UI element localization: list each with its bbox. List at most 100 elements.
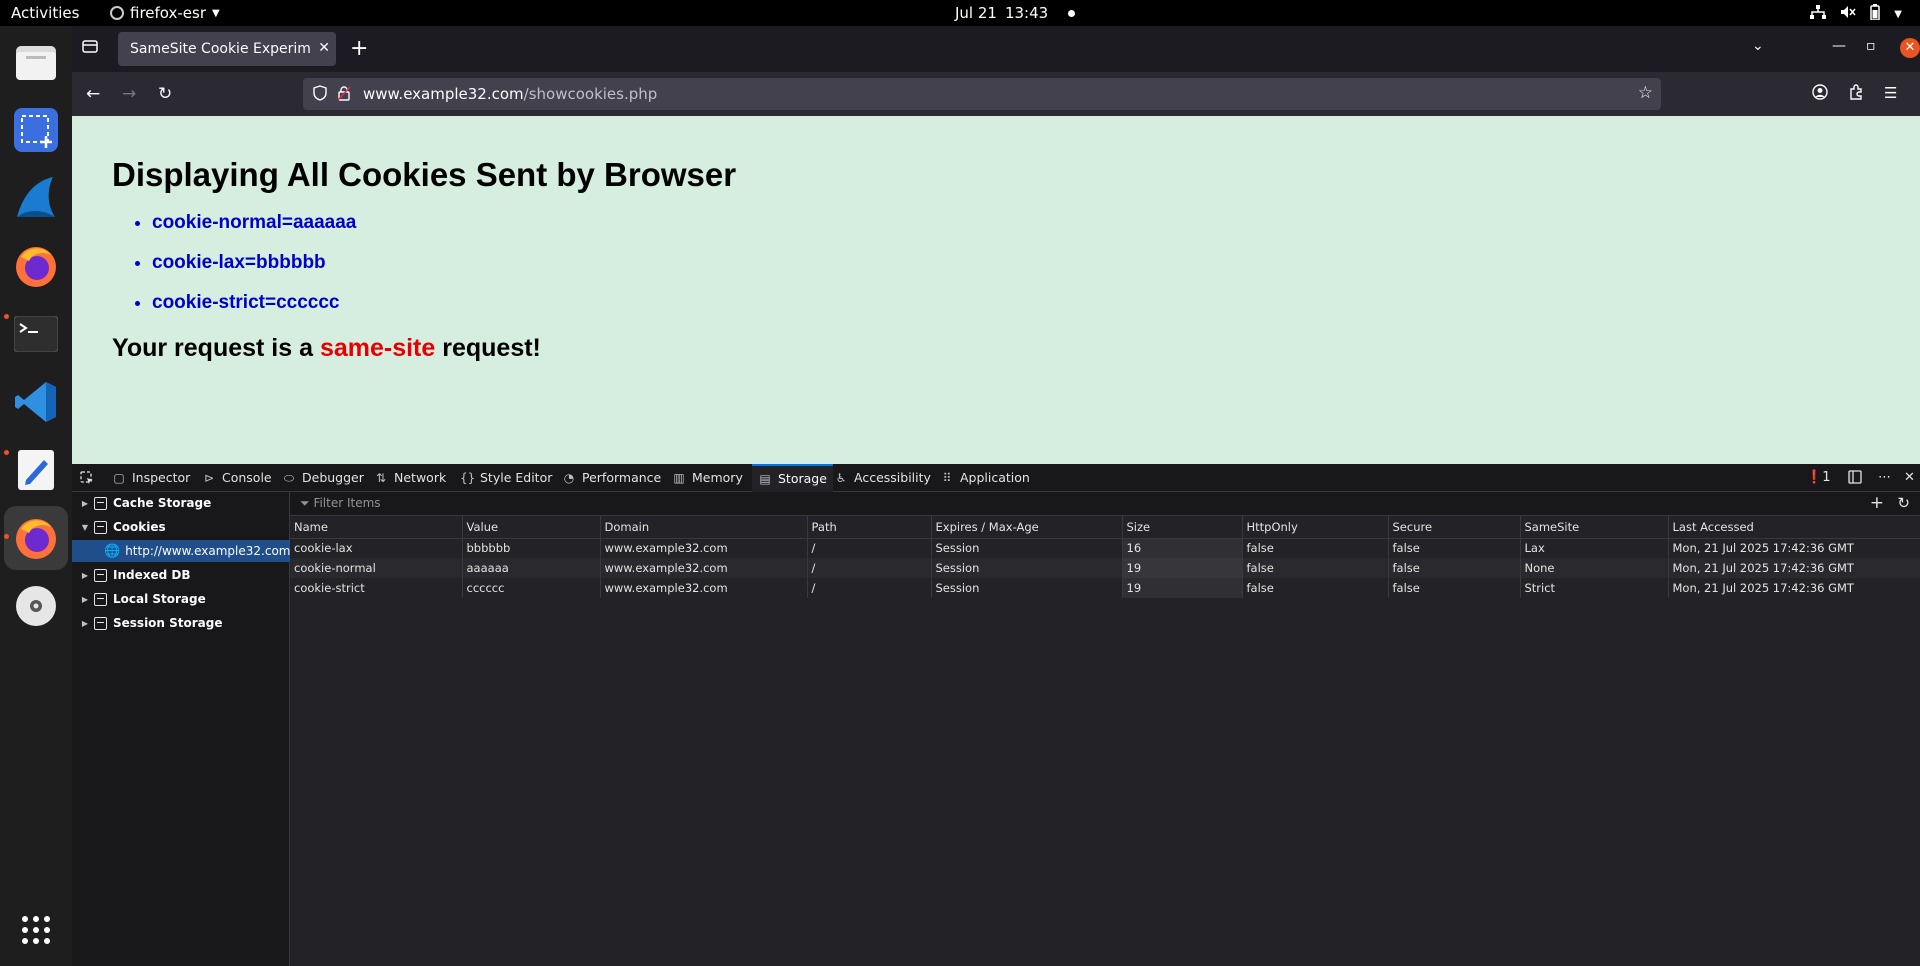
cell-name[interactable]: cookie-strict [290,578,463,598]
tree-cache-storage[interactable]: ▶ Cache Storage [72,492,290,514]
account-icon[interactable] [1812,84,1828,104]
tab-console[interactable]: ⊳ Console [202,464,272,492]
table-row[interactable]: cookie-lax bbbbbb www.example32.com / Se… [290,538,1920,558]
new-tab-button[interactable]: + [350,36,368,61]
tree-local-storage[interactable]: ▶ Local Storage [72,588,290,610]
cell-samesite[interactable]: None [1520,558,1669,578]
forward-button[interactable]: → [122,84,136,104]
cell-httponly[interactable]: false [1242,558,1389,578]
cell-httponly[interactable]: false [1242,538,1389,558]
cell-secure[interactable]: false [1388,538,1521,558]
filter-input[interactable]: ⏷ Filter Items [300,496,381,511]
cell-domain[interactable]: www.example32.com [600,538,808,558]
tree-cookies[interactable]: ▼ Cookies [72,516,290,538]
close-devtools-icon[interactable]: ✕ [1904,470,1915,485]
tab-accessibility[interactable]: ♿ Accessibility [834,464,931,492]
cell-samesite[interactable]: Strict [1520,578,1669,598]
cell-last-accessed[interactable]: Mon, 21 Jul 2025 17:42:36 GMT [1668,578,1920,598]
tab-storage[interactable]: ▤ Storage [752,464,833,492]
tab-inspector[interactable]: ▢ Inspector [112,464,190,492]
cell-httponly[interactable]: false [1242,578,1389,598]
dock-side-icon[interactable] [1848,470,1862,488]
text-editor-app[interactable] [12,446,60,494]
tab-debugger[interactable]: ⬭ Debugger [282,464,364,492]
column-header[interactable]: Expires / Max-Age [931,516,1123,539]
column-header[interactable]: Last Accessed [1668,516,1920,539]
extensions-icon[interactable] [1848,84,1864,104]
minimize-button[interactable]: — [1832,38,1846,54]
clock[interactable]: Jul 21 13:43 [955,4,1076,22]
url-text[interactable]: www.example32.com/showcookies.php [363,85,657,103]
cell-path[interactable]: / [807,558,932,578]
terminal-app[interactable] [12,310,60,358]
show-apps-button[interactable] [12,906,60,954]
tree-session-storage[interactable]: ▶ Session Storage [72,612,290,634]
firefox-app[interactable] [12,242,60,290]
files-app[interactable] [12,38,60,86]
wireshark-app[interactable] [12,174,60,222]
firefox-view-button[interactable] [82,38,104,60]
column-header[interactable]: Size [1122,516,1243,539]
tree-host-example32[interactable]: 🌐 http://www.example32.com [72,540,290,562]
cell-value[interactable]: bbbbbb [462,538,601,558]
vscode-app[interactable] [12,378,60,426]
column-header[interactable]: Path [807,516,932,539]
reload-button[interactable]: ↻ [158,84,172,104]
tab-style-editor[interactable]: {} Style Editor [460,464,552,492]
more-options-icon[interactable]: ⋯ [1878,470,1891,485]
insecure-lock-icon[interactable] [337,85,351,105]
cell-samesite[interactable]: Lax [1520,538,1669,558]
cell-value[interactable]: cccccc [462,578,601,598]
cell-value[interactable]: aaaaaa [462,558,601,578]
app-menu[interactable]: firefox-esr ▼ [110,4,220,22]
add-item-icon[interactable]: + [1870,493,1884,513]
cell-name[interactable]: cookie-normal [290,558,463,578]
cell-size[interactable]: 19 [1122,578,1243,598]
close-tab-icon[interactable]: ✕ [318,40,330,56]
column-header[interactable]: SameSite [1520,516,1669,539]
cell-domain[interactable]: www.example32.com [600,578,808,598]
firefox-esr-app[interactable] [4,506,68,570]
cell-last-accessed[interactable]: Mon, 21 Jul 2025 17:42:36 GMT [1668,538,1920,558]
list-all-tabs-icon[interactable]: ⌄ [1752,38,1764,54]
system-tray[interactable]: ▼ [1810,4,1902,24]
column-header[interactable]: Name [290,516,463,539]
cell-path[interactable]: / [807,538,932,558]
cell-expires[interactable]: Session [931,558,1123,578]
url-bar[interactable]: www.example32.com/showcookies.php ☆ [303,78,1661,110]
cell-expires[interactable]: Session [931,538,1123,558]
tab-network[interactable]: ⇅ Network [374,464,446,492]
cell-secure[interactable]: false [1388,578,1521,598]
refresh-icon[interactable]: ↻ [1897,494,1910,512]
back-button[interactable]: ← [86,84,100,104]
table-row[interactable]: cookie-normal aaaaaa www.example32.com /… [290,558,1920,578]
tab-performance[interactable]: ◔ Performance [562,464,661,492]
cell-secure[interactable]: false [1388,558,1521,578]
tab-application[interactable]: ⠿ Application [940,464,1030,492]
maximize-button[interactable]: ▫ [1866,38,1876,54]
cell-expires[interactable]: Session [931,578,1123,598]
element-picker-icon[interactable] [80,464,94,492]
browser-tab[interactable]: SameSite Cookie Experiment ✕ [118,32,336,66]
cell-size[interactable]: 16 [1122,538,1243,558]
cell-path[interactable]: / [807,578,932,598]
close-window-button[interactable]: ✕ [1900,38,1920,58]
tracking-protection-icon[interactable] [313,85,327,105]
table-row[interactable]: cookie-strict cccccc www.example32.com /… [290,578,1920,598]
column-header[interactable]: Secure [1388,516,1521,539]
cell-size[interactable]: 19 [1122,558,1243,578]
activities-button[interactable]: Activities [11,4,79,22]
column-header[interactable]: Domain [600,516,808,539]
bookmark-star-icon[interactable]: ☆ [1638,83,1653,103]
cell-domain[interactable]: www.example32.com [600,558,808,578]
tree-indexed-db[interactable]: ▶ Indexed DB [72,564,290,586]
cell-name[interactable]: cookie-lax [290,538,463,558]
column-header[interactable]: HttpOnly [1242,516,1389,539]
tab-memory[interactable]: ▥ Memory [672,464,743,492]
screenshot-app[interactable] [12,106,60,154]
error-count-badge[interactable]: ❗1 [1806,470,1830,485]
cell-last-accessed[interactable]: Mon, 21 Jul 2025 17:42:36 GMT [1668,558,1920,578]
column-header[interactable]: Value [462,516,601,539]
hamburger-menu-icon[interactable]: ☰ [1884,84,1897,102]
disc-app[interactable] [12,582,60,630]
